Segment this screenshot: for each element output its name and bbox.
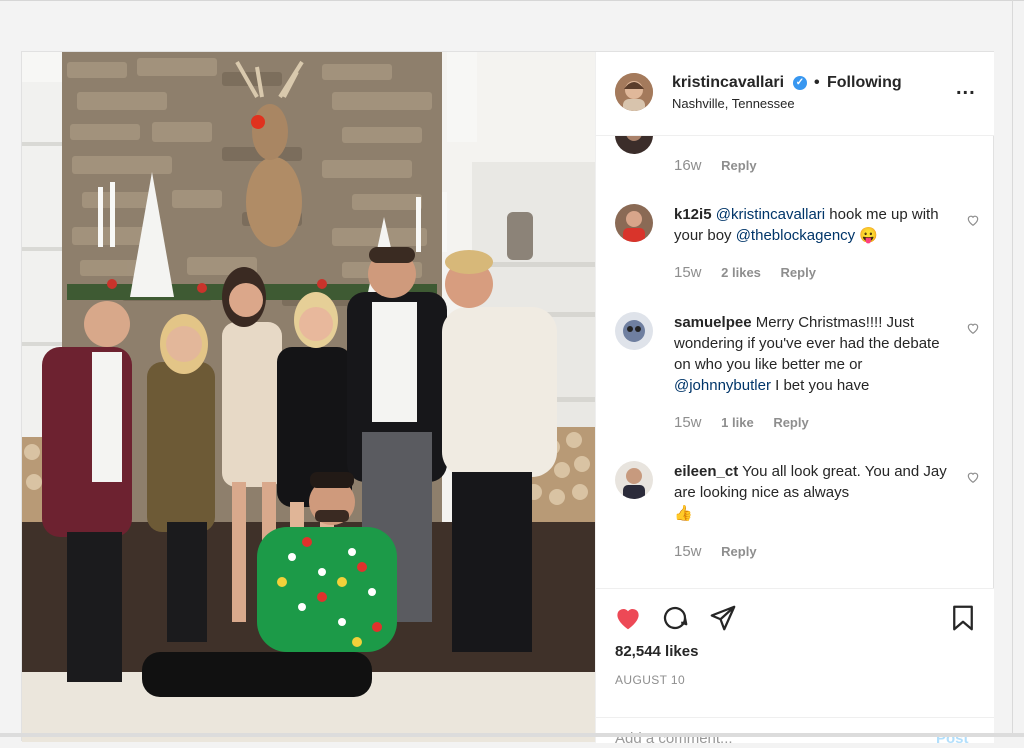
heart-icon[interactable] — [613, 603, 643, 633]
comment-avatar[interactable] — [615, 461, 653, 499]
following-button[interactable]: Following — [827, 74, 902, 92]
comment-username[interactable]: samuelpee — [674, 314, 752, 331]
comment-meta: 15w 1 like Reply — [674, 414, 809, 431]
window-bottom-border — [0, 733, 1024, 737]
comment-time: 15w — [674, 264, 702, 281]
likes-count[interactable]: 82,544 likes — [615, 643, 698, 660]
comment-text: samuelpee Merry Christmas!!!! Just wonde… — [674, 312, 954, 396]
reply-button[interactable]: Reply — [721, 544, 756, 559]
instagram-post: kristincavallari ✓ • Following Nashville… — [21, 51, 994, 747]
comment-time: 15w — [674, 543, 702, 560]
comment-text: eileen_ct You all look great. You and Ja… — [674, 461, 954, 524]
post-date: AUGUST 10 — [615, 673, 686, 687]
separator-dot: • — [814, 74, 820, 91]
comment-meta: 16w Reply — [674, 157, 757, 174]
comment-avatar[interactable] — [615, 204, 653, 242]
reply-button[interactable]: Reply — [721, 158, 756, 173]
comment-username[interactable]: eileen_ct — [674, 463, 738, 480]
emoji-tongue: 😛 — [855, 227, 879, 244]
post-location[interactable]: Nashville, Tennessee — [672, 96, 795, 111]
comment-body: I bet you have — [770, 377, 870, 394]
comment-icon[interactable] — [660, 603, 690, 633]
post-header: kristincavallari ✓ • Following Nashville… — [596, 52, 994, 136]
mention-link[interactable]: @theblockagency — [736, 227, 855, 244]
more-icon[interactable]: ... — [956, 77, 976, 100]
post-photo[interactable] — [22, 52, 595, 742]
author-username[interactable]: kristincavallari — [672, 74, 784, 92]
comment-username[interactable]: k12i5 — [674, 206, 712, 223]
comment-avatar[interactable] — [615, 312, 653, 350]
post-actions: 82,544 likes AUGUST 10 Add a comment... … — [596, 588, 994, 747]
author-avatar[interactable] — [615, 73, 653, 111]
verified-badge-icon: ✓ — [793, 76, 807, 90]
comment-meta: 15w Reply — [674, 543, 757, 560]
comment-time: 15w — [674, 414, 702, 431]
mention-link[interactable]: @johnnybutler — [674, 377, 771, 394]
reply-button[interactable]: Reply — [781, 265, 816, 280]
christmas-group-photo — [22, 52, 595, 742]
comment-time: 16w — [674, 157, 702, 174]
comment-meta: 15w 2 likes Reply — [674, 264, 816, 281]
comment-avatar[interactable] — [615, 136, 653, 154]
window-right-border — [1012, 0, 1013, 737]
comment-likes[interactable]: 1 like — [721, 415, 754, 430]
comments-list[interactable]: 16w Reply k12i5 @kristincavallari hook m… — [596, 136, 994, 586]
comment-likes[interactable]: 2 likes — [721, 265, 761, 280]
comment-heart-icon[interactable] — [966, 470, 980, 484]
post-side-panel: kristincavallari ✓ • Following Nashville… — [595, 52, 994, 747]
window-top-border — [0, 0, 1024, 1]
share-icon[interactable] — [708, 603, 738, 633]
comment-heart-icon[interactable] — [966, 321, 980, 335]
mention-link[interactable]: @kristincavallari — [716, 206, 825, 223]
comment-text: k12i5 @kristincavallari hook me up with … — [674, 204, 954, 246]
emoji-thumbs-up: 👍 — [674, 505, 693, 522]
reply-button[interactable]: Reply — [773, 415, 808, 430]
bookmark-icon[interactable] — [948, 603, 978, 633]
comment-heart-icon[interactable] — [966, 213, 980, 227]
